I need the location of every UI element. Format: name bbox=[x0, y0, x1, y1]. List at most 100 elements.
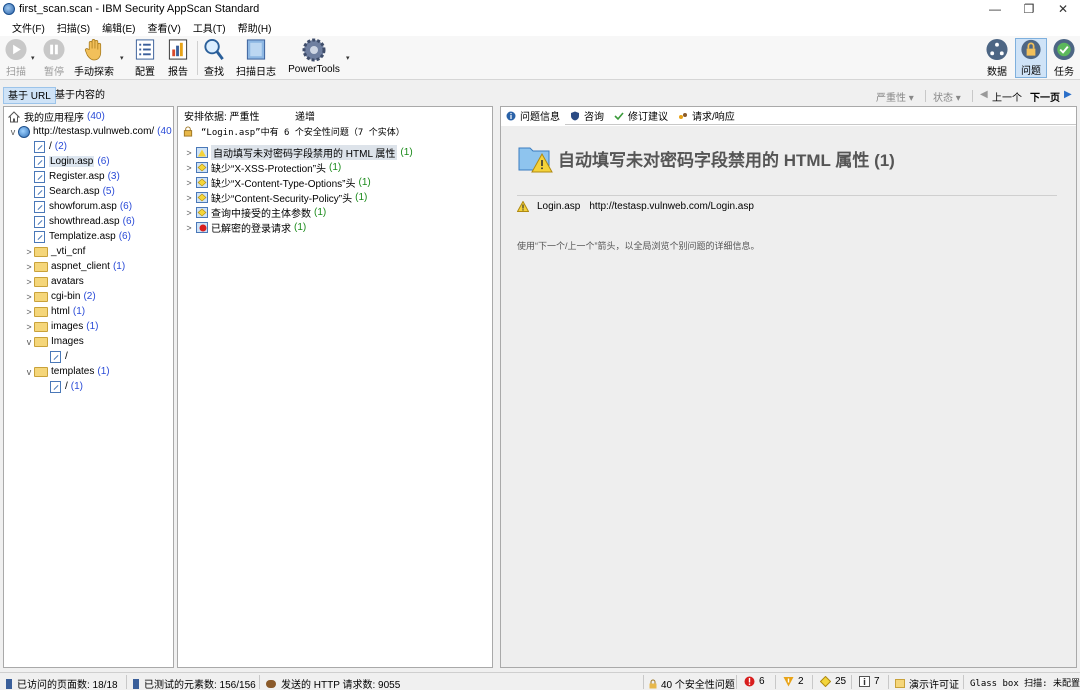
folder-icon bbox=[34, 306, 48, 317]
data-network-icon bbox=[986, 38, 1008, 61]
issue-row[interactable]: > 自动填写未对密码字段禁用的 HTML 属性 (1) bbox=[182, 145, 413, 160]
http-request-icon bbox=[266, 679, 276, 688]
sort-by-label[interactable]: 安排依据: 严重性 bbox=[184, 108, 260, 123]
next-arrow-icon[interactable]: ▶ bbox=[1064, 89, 1072, 100]
issue-row[interactable]: > 缺少“Content-Security-Policy”头 (1) bbox=[182, 190, 367, 205]
data-view-button[interactable]: 数据 bbox=[984, 38, 1010, 78]
tree-page-item[interactable]: Register.asp (3) bbox=[24, 169, 120, 184]
security-issues-status[interactable]: 40 个安全性问题 bbox=[648, 676, 735, 690]
tab-fix-recommendation[interactable]: 修订建议 bbox=[609, 107, 673, 125]
tab-by-content[interactable]: 基于内容的 bbox=[51, 87, 109, 104]
tree-page-item[interactable]: Templatize.asp (6) bbox=[24, 229, 131, 244]
status-filter[interactable]: 状态 ▾ bbox=[933, 89, 961, 104]
tree-item-count: (2) bbox=[83, 291, 96, 302]
tree-folder-item[interactable]: v templates (1) bbox=[24, 364, 110, 379]
tab-by-url[interactable]: 基于 URL bbox=[3, 87, 56, 104]
scan-log-button[interactable]: 扫描日志 bbox=[236, 38, 276, 78]
tree-page-item[interactable]: Search.asp (5) bbox=[24, 184, 115, 199]
expand-chevron-icon[interactable]: > bbox=[24, 322, 34, 332]
glassbox-status[interactable]: Glass box 扫描: 未配置 bbox=[970, 676, 1080, 689]
close-button[interactable]: ✕ bbox=[1046, 0, 1080, 18]
expand-chevron-icon[interactable]: > bbox=[182, 163, 196, 173]
elements-icon bbox=[133, 678, 139, 689]
tree-root[interactable]: 我的应用程序 (40) bbox=[8, 109, 105, 124]
high-severity-count[interactable]: 6 bbox=[744, 676, 765, 687]
powertools-button[interactable]: PowerTools bbox=[286, 38, 342, 78]
scan-dropdown-arrow[interactable]: ▾ bbox=[31, 54, 35, 62]
tab-request-response[interactable]: 请求/响应 bbox=[673, 107, 740, 125]
tree-folder-item[interactable]: > avatars bbox=[24, 274, 83, 289]
menu-scan[interactable]: 扫描(S) bbox=[51, 20, 96, 35]
find-button[interactable]: 查找 bbox=[202, 38, 226, 78]
menu-tools[interactable]: 工具(T) bbox=[187, 20, 232, 35]
tree-page-item[interactable]: / bbox=[40, 349, 68, 364]
tree-folder-item[interactable]: > _vti_cnf bbox=[24, 244, 85, 259]
tree-folder-item[interactable]: > aspnet_client (1) bbox=[24, 259, 125, 274]
menu-help[interactable]: 帮助(H) bbox=[232, 20, 278, 35]
expand-chevron-icon[interactable]: > bbox=[182, 208, 196, 218]
tree-page-item[interactable]: Login.asp (6) bbox=[24, 154, 110, 169]
config-button[interactable]: 配置 bbox=[132, 38, 158, 78]
expand-chevron-icon[interactable]: > bbox=[24, 277, 34, 287]
scan-button[interactable]: 扫描 bbox=[4, 38, 28, 78]
expand-chevron-icon[interactable]: > bbox=[182, 193, 196, 203]
issues-view-button[interactable]: 问题 bbox=[1015, 38, 1047, 78]
restore-button[interactable]: ❐ bbox=[1012, 0, 1046, 18]
sort-order-label[interactable]: 递增 bbox=[295, 108, 315, 123]
manual-explore-dropdown-arrow[interactable]: ▾ bbox=[120, 54, 124, 62]
tree-site[interactable]: v http://testasp.vulnweb.com/ (40 bbox=[8, 124, 172, 139]
collapse-chevron-icon[interactable]: v bbox=[24, 337, 34, 347]
expand-chevron-icon[interactable]: > bbox=[182, 178, 196, 188]
play-icon bbox=[5, 38, 27, 61]
tree-item-label: Login.asp bbox=[49, 156, 95, 167]
severity-filter[interactable]: 严重性 ▾ bbox=[876, 89, 914, 104]
folder-icon bbox=[34, 336, 48, 347]
tree-item-count: (6) bbox=[97, 156, 110, 167]
tree-page-item[interactable]: showthread.asp (6) bbox=[24, 214, 135, 229]
tree-folder-item[interactable]: v Images bbox=[24, 334, 84, 349]
tree-folder-item[interactable]: > html (1) bbox=[24, 304, 85, 319]
issue-row[interactable]: > 已解密的登录请求 (1) bbox=[182, 220, 306, 235]
tab-issue-info[interactable]: 问题信息 bbox=[501, 106, 565, 125]
menu-view[interactable]: 查看(V) bbox=[141, 20, 186, 35]
folder-icon bbox=[34, 321, 48, 332]
tree-page-item[interactable]: showforum.asp (6) bbox=[24, 199, 132, 214]
issue-entity-row[interactable]: Login.asp http://testasp.vulnweb.com/Log… bbox=[517, 201, 754, 212]
issue-row[interactable]: > 查询中接受的主体参数 (1) bbox=[182, 205, 326, 220]
collapse-chevron-icon[interactable]: v bbox=[24, 367, 34, 377]
medium-severity-icon bbox=[783, 677, 794, 687]
expand-chevron-icon[interactable]: > bbox=[182, 223, 196, 233]
expand-chevron-icon[interactable]: > bbox=[24, 292, 34, 302]
tree-folder-item[interactable]: > cgi-bin (2) bbox=[24, 289, 96, 304]
issue-row[interactable]: > 缺少“X-XSS-Protection”头 (1) bbox=[182, 160, 341, 175]
license-status[interactable]: 演示许可证 bbox=[895, 676, 959, 690]
tree-item-count: (2) bbox=[54, 141, 68, 152]
expand-chevron-icon[interactable]: > bbox=[24, 262, 34, 272]
tree-page-item[interactable]: / (2) bbox=[24, 139, 67, 154]
minimize-button[interactable]: — bbox=[978, 0, 1012, 18]
expand-chevron-icon[interactable]: > bbox=[182, 148, 196, 158]
expand-chevron-icon[interactable]: > bbox=[24, 307, 34, 317]
low-severity-count[interactable]: 25 bbox=[820, 676, 846, 687]
tab-advisory[interactable]: 咨询 bbox=[565, 107, 609, 125]
tree-folder-item[interactable]: > images (1) bbox=[24, 319, 98, 334]
next-button[interactable]: 下一页 bbox=[1030, 89, 1060, 104]
detail-tabs: 问题信息 咨询 修订建议 请求/响应 bbox=[501, 106, 1076, 125]
tasks-view-button[interactable]: 任务 bbox=[1051, 38, 1077, 78]
menu-edit[interactable]: 编辑(E) bbox=[96, 20, 141, 35]
tree-item-label: Register.asp bbox=[49, 171, 105, 182]
manual-explore-button[interactable]: 手动探索 bbox=[74, 38, 114, 78]
prev-arrow-icon[interactable]: ◀ bbox=[980, 89, 988, 100]
tree-item-count: (1) bbox=[112, 261, 126, 272]
pause-button[interactable]: 暂停 bbox=[40, 38, 68, 78]
report-button[interactable]: 报告 bbox=[165, 38, 191, 78]
powertools-dropdown-arrow[interactable]: ▾ bbox=[346, 54, 350, 62]
expand-chevron-icon[interactable]: > bbox=[24, 247, 34, 257]
medium-severity-count[interactable]: 2 bbox=[783, 676, 804, 687]
prev-button[interactable]: 上一个 bbox=[992, 89, 1022, 104]
info-severity-count[interactable]: 7 bbox=[859, 676, 880, 687]
collapse-chevron-icon[interactable]: v bbox=[8, 127, 18, 137]
issue-row[interactable]: > 缺少“X-Content-Type-Options”头 (1) bbox=[182, 175, 371, 190]
menu-file[interactable]: 文件(F) bbox=[6, 20, 51, 35]
tree-page-item[interactable]: / (1) bbox=[40, 379, 83, 394]
